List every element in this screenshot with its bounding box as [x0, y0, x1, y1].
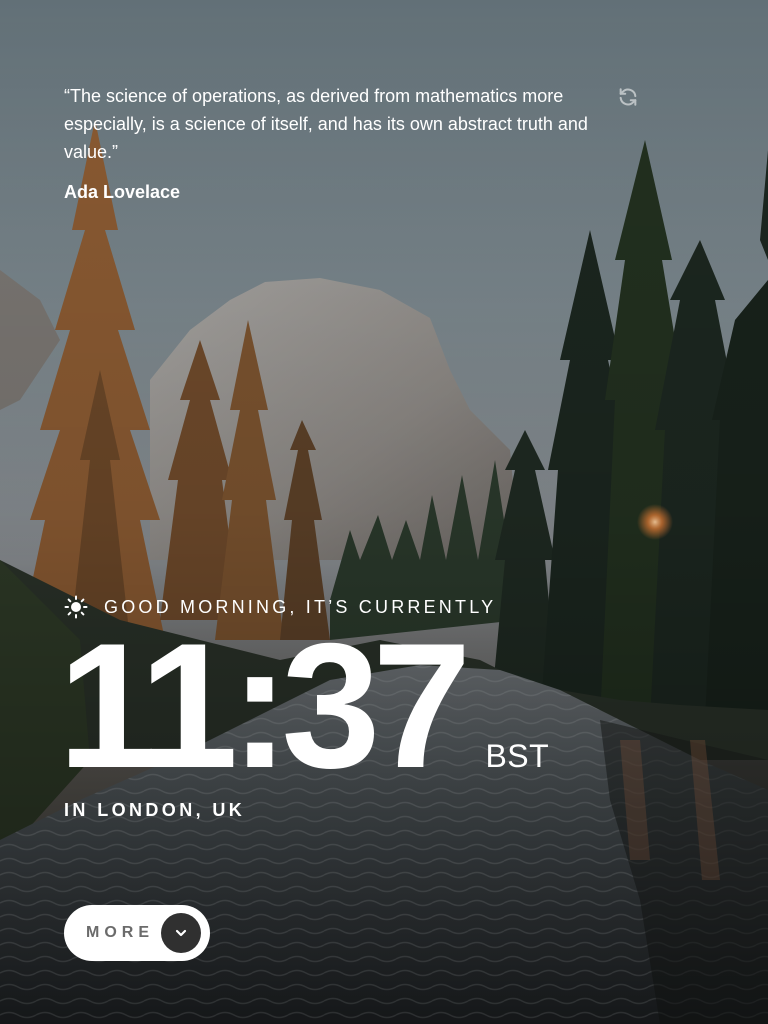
chevron-down-icon — [161, 913, 201, 953]
time-value: 11:37 — [58, 606, 471, 805]
more-button[interactable]: More — [64, 905, 210, 961]
location-label: In London, UK — [64, 800, 246, 820]
quote-block: “The science of operations, as derived f… — [64, 82, 609, 203]
quote-author: Ada Lovelace — [64, 182, 181, 202]
more-button-label: More — [86, 924, 154, 941]
clock: 11:37 BST — [58, 606, 550, 805]
timezone-label: BST — [485, 738, 550, 774]
quote-text: “The science of operations, as derived f… — [64, 86, 588, 162]
refresh-icon[interactable] — [617, 86, 639, 108]
